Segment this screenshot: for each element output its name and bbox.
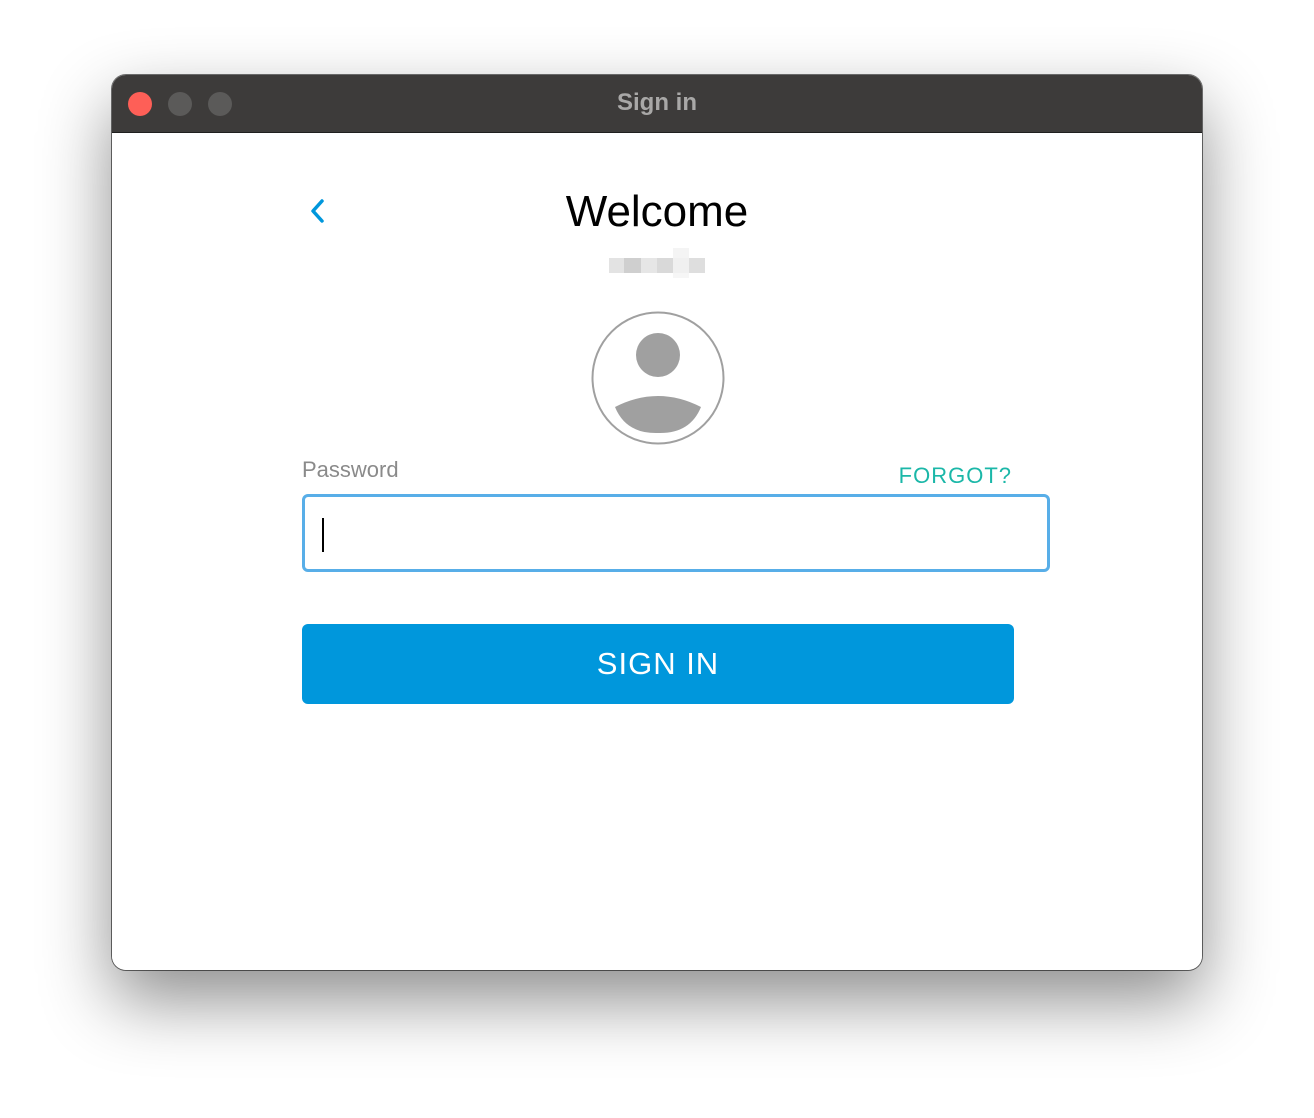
forgot-password-link[interactable]: FORGOT? <box>899 463 1012 489</box>
sign-in-button[interactable]: SIGN IN <box>302 624 1014 704</box>
window-title: Sign in <box>617 89 697 116</box>
title-bar[interactable]: Sign in <box>112 75 1202 133</box>
welcome-heading: Welcome <box>565 187 749 236</box>
user-avatar-icon <box>591 311 725 445</box>
password-label: Password <box>302 457 399 482</box>
sign-in-window: Sign in Welcome Password FORGOT? SIGN IN <box>112 75 1202 970</box>
password-input[interactable] <box>302 494 1050 572</box>
redacted-account-name <box>609 248 705 278</box>
sign-in-panel: Welcome Password FORGOT? SIGN IN <box>112 133 1202 970</box>
text-cursor <box>322 518 324 552</box>
